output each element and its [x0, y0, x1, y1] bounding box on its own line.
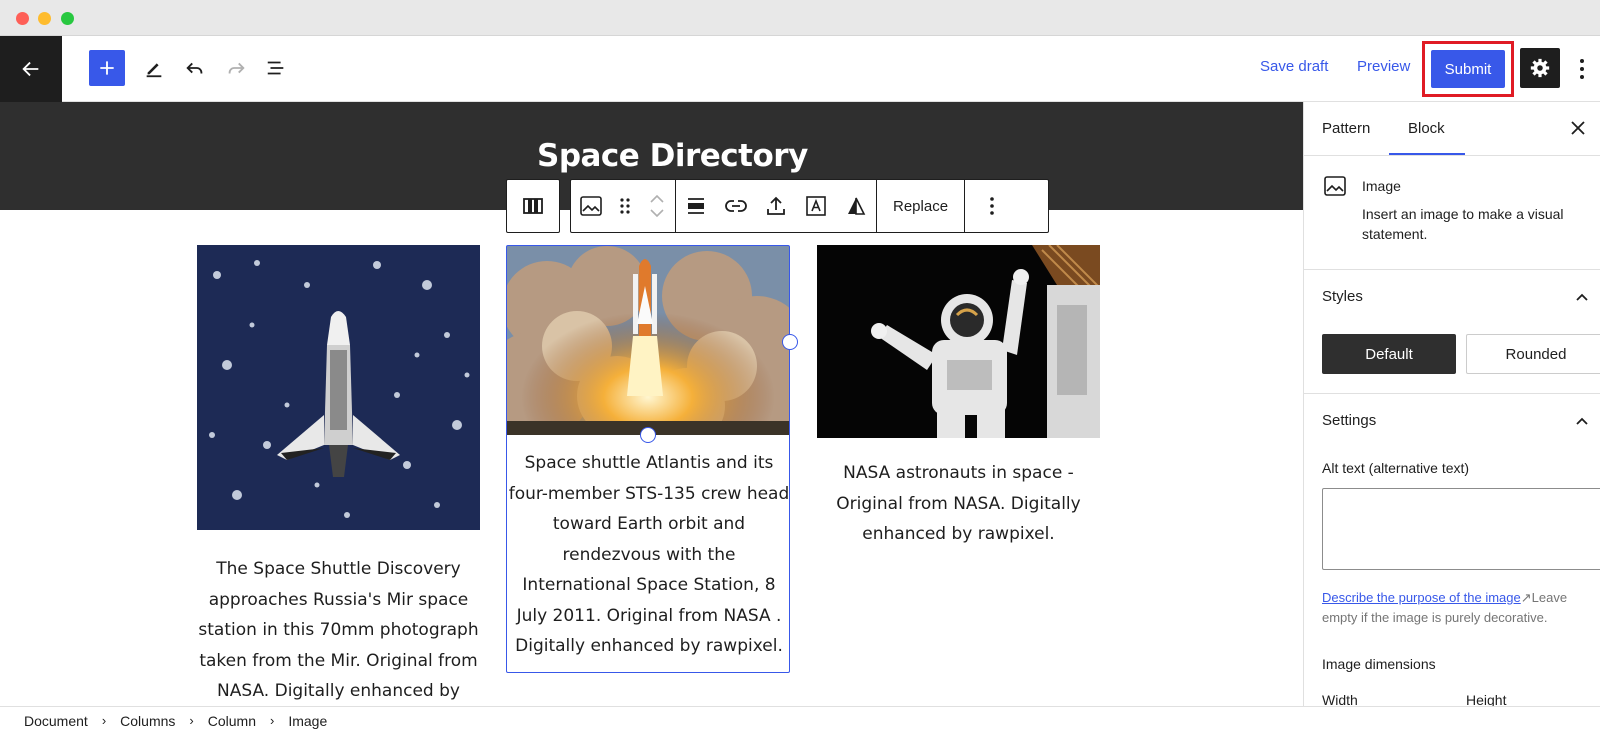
alt-text-label: Alt text (alternative text) — [1322, 460, 1470, 476]
close-window-button[interactable] — [16, 12, 29, 25]
redo-button[interactable] — [219, 51, 253, 85]
image-icon — [580, 196, 602, 216]
caption-3[interactable]: NASA astronauts in space - Original from… — [817, 458, 1100, 550]
add-block-button[interactable] — [89, 50, 125, 86]
redo-icon — [228, 62, 245, 74]
link-button[interactable] — [716, 180, 756, 232]
tools-button[interactable] — [137, 51, 171, 85]
styles-heading[interactable]: Styles — [1322, 288, 1363, 305]
space-shuttle-illustration — [197, 245, 480, 530]
breadcrumb-column[interactable]: Column — [208, 713, 256, 729]
options-button[interactable] — [1572, 52, 1592, 86]
arrow-left-icon — [22, 61, 39, 77]
breadcrumb-columns[interactable]: Columns — [120, 713, 175, 729]
drag-handle-icon — [620, 198, 630, 214]
chevron-right-icon: › — [189, 713, 194, 728]
resize-handle-right[interactable] — [782, 334, 798, 350]
astronaut-illustration — [817, 245, 1100, 438]
text-overlay-icon — [806, 196, 826, 216]
block-options-button[interactable] — [965, 180, 1019, 232]
height-label: Height — [1466, 692, 1507, 706]
alt-text-input[interactable] — [1322, 488, 1600, 570]
minimize-window-button[interactable] — [38, 12, 51, 25]
drag-handle[interactable] — [611, 180, 639, 232]
breadcrumb-document[interactable]: Document — [24, 713, 88, 729]
duotone-button[interactable] — [836, 180, 876, 232]
style-rounded-button[interactable]: Rounded — [1466, 334, 1600, 374]
document-overview-button[interactable] — [259, 51, 293, 85]
chevron-up-icon[interactable] — [1574, 289, 1590, 305]
settings-heading[interactable]: Settings — [1322, 412, 1376, 429]
align-icon — [688, 198, 704, 214]
settings-sidebar: Pattern Block Image Insert an image to m… — [1303, 102, 1600, 706]
active-tab-indicator — [1389, 153, 1465, 155]
chevron-down-icon[interactable] — [650, 209, 664, 217]
breadcrumb-image: Image — [288, 712, 328, 729]
select-parent-toolbar — [506, 179, 560, 233]
more-vertical-icon — [1580, 59, 1584, 79]
undo-icon — [186, 62, 203, 74]
block-type-button[interactable] — [571, 180, 611, 232]
section-divider — [1304, 269, 1600, 270]
back-button[interactable] — [0, 36, 62, 102]
close-icon — [1571, 121, 1585, 135]
chevron-up-icon[interactable] — [650, 195, 664, 203]
block-name: Image — [1362, 178, 1401, 194]
chevron-up-icon[interactable] — [1574, 413, 1590, 429]
upload-icon — [767, 196, 785, 215]
align-button[interactable] — [676, 180, 716, 232]
block-description: Insert an image to make a visual stateme… — [1362, 206, 1564, 242]
image-dimensions-label: Image dimensions — [1322, 656, 1436, 672]
width-label: Width — [1322, 692, 1358, 706]
alt-text-help: Describe the purpose of the image↗Leave … — [1322, 588, 1600, 628]
upload-button[interactable] — [756, 180, 796, 232]
image-block-toolbar: Replace — [570, 179, 1049, 233]
tab-pattern[interactable]: Pattern — [1322, 120, 1370, 137]
settings-button[interactable] — [1520, 48, 1560, 88]
section-divider — [1304, 393, 1600, 394]
image-shuttle-mir[interactable] — [197, 245, 480, 530]
style-default-button[interactable]: Default — [1322, 334, 1456, 374]
close-sidebar-button[interactable] — [1568, 118, 1588, 138]
tab-block[interactable]: Block — [1408, 120, 1445, 137]
columns-icon — [523, 198, 543, 214]
resize-handle-bottom[interactable] — [640, 427, 656, 443]
image-astronaut[interactable] — [817, 245, 1100, 438]
gear-icon — [1530, 58, 1550, 78]
describe-purpose-link[interactable]: Describe the purpose of the image — [1322, 590, 1521, 605]
site-title[interactable]: Space Directory — [537, 138, 808, 174]
undo-button[interactable] — [178, 51, 212, 85]
duotone-icon — [848, 197, 866, 215]
caption-1[interactable]: The Space Shuttle Discovery approaches R… — [197, 554, 480, 706]
block-breadcrumb: Document › Columns › Column › Image — [0, 706, 1600, 734]
more-vertical-icon — [990, 197, 994, 215]
chevron-right-icon: › — [270, 713, 275, 728]
replace-button[interactable]: Replace — [877, 198, 964, 215]
save-draft-button[interactable]: Save draft — [1260, 58, 1328, 75]
maximize-window-button[interactable] — [61, 12, 74, 25]
editor-canvas[interactable]: Space Directory Replace The Space Shuttl… — [0, 102, 1303, 706]
editor-toolbar: Save draft Preview Submit — [0, 36, 1600, 102]
preview-button[interactable]: Preview — [1357, 58, 1410, 75]
select-parent-button[interactable] — [507, 180, 559, 232]
sidebar-tabs: Pattern Block — [1304, 102, 1600, 156]
image-block-icon — [1324, 176, 1346, 196]
list-view-icon — [267, 61, 284, 75]
chevron-right-icon: › — [101, 713, 107, 728]
link-icon — [725, 200, 747, 212]
external-link-icon: ↗ — [1520, 590, 1532, 605]
text-overlay-button[interactable] — [796, 180, 836, 232]
window-titlebar — [0, 0, 1600, 36]
plus-icon — [100, 61, 114, 75]
selected-block-outline — [506, 245, 790, 673]
submit-button[interactable]: Submit — [1431, 50, 1505, 88]
pencil-icon — [146, 63, 162, 78]
move-buttons[interactable] — [639, 180, 675, 232]
